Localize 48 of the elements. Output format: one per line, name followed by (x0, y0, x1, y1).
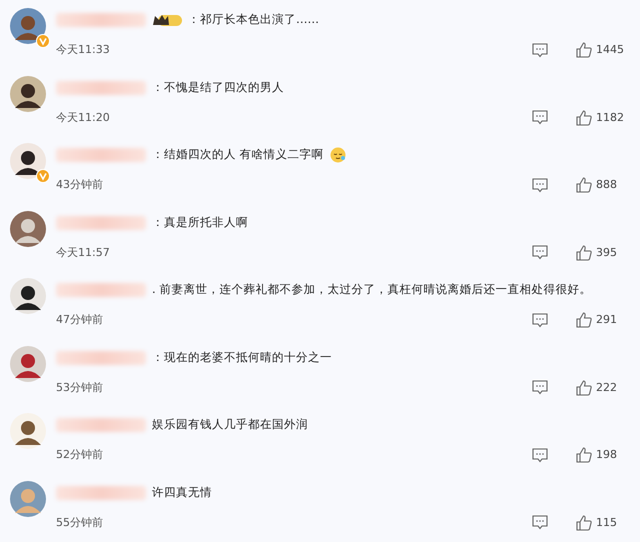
like-icon[interactable] (576, 312, 592, 328)
avatar-icon (10, 480, 46, 516)
like-count: 291 (596, 312, 617, 328)
like-count: 115 (596, 514, 617, 530)
like-count: 222 (596, 380, 617, 396)
comment-text: . 前妻离世，连个葬礼都不参加，太过分了，真枉何晴说离婚后还一直相处得很好。 (152, 281, 592, 298)
avatar-icon (10, 413, 46, 449)
comment-text: 许四真无情 (152, 484, 212, 501)
comment-icon[interactable] (532, 515, 548, 530)
like-icon[interactable] (576, 380, 592, 396)
comment-time: 53分钟前 (56, 380, 104, 396)
comment-icon[interactable] (532, 110, 548, 126)
like-icon[interactable] (576, 42, 592, 58)
like-count: 888 (596, 177, 617, 193)
avatar-icon (10, 143, 46, 179)
avatar-icon (10, 8, 46, 44)
comment-time: 今天11:20 (56, 110, 111, 126)
like-count: 1182 (596, 110, 624, 126)
like-icon[interactable] (576, 244, 592, 261)
comment-icon[interactable] (532, 42, 548, 58)
comment-icon[interactable] (532, 448, 548, 463)
like-icon[interactable] (576, 514, 592, 531)
comment-time: 今天11:57 (56, 244, 111, 260)
comment-time: 47分钟前 (56, 312, 104, 328)
like-count: 198 (596, 447, 617, 463)
like-icon[interactable] (576, 177, 592, 194)
avatar-icon (10, 346, 46, 382)
comment-icon[interactable] (532, 245, 548, 260)
comment-text: ：现在的老婆不抵何晴的十分之一 (152, 348, 332, 366)
comment-time: 43分钟前 (56, 177, 104, 193)
comment-icon[interactable] (532, 312, 548, 328)
comment-icon[interactable] (532, 178, 548, 193)
like-icon[interactable] (576, 110, 592, 126)
comment-text: ：结婚四次的人 有啥情义二字啊 (152, 146, 324, 164)
comment-text: ：真是所托非人啊 (152, 214, 248, 231)
comment-time: 52分钟前 (56, 447, 104, 463)
avatar-icon (10, 210, 46, 246)
like-count: 1445 (596, 42, 624, 58)
comment-text: 娱乐园有钱人几乎都在国外润 (152, 416, 308, 434)
comment-time: 今天11:33 (56, 42, 111, 58)
like-icon[interactable] (576, 447, 592, 464)
avatar-icon (10, 76, 46, 112)
comment-icon[interactable] (532, 380, 548, 396)
avatar-icon (10, 278, 46, 314)
comment-text: ：不愧是结了四次的男人 (152, 78, 284, 96)
comment-time: 55分钟前 (56, 514, 104, 530)
comment-text: ：祁厅长本色出演了…… (188, 11, 319, 28)
like-count: 395 (596, 244, 617, 260)
